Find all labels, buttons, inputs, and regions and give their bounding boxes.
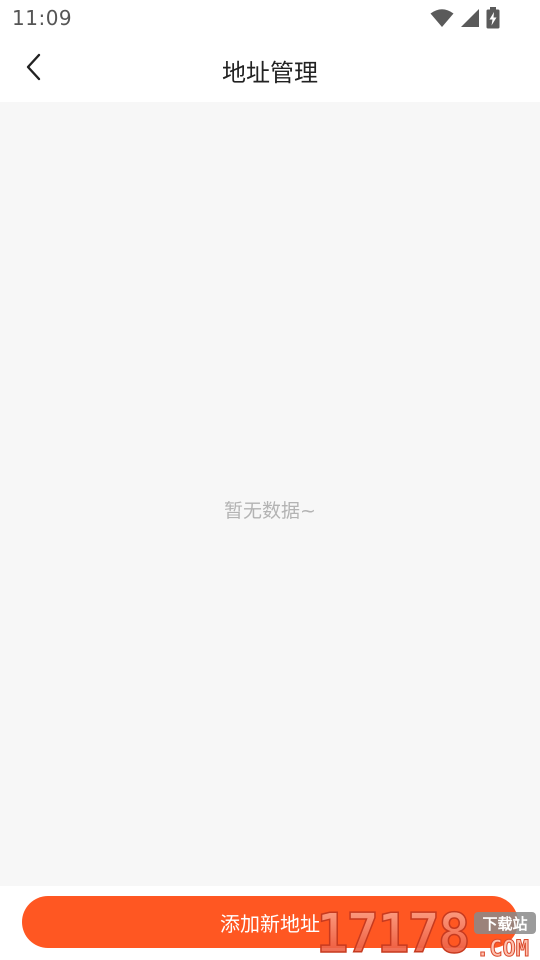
status-icons (430, 7, 500, 29)
nav-bar: 地址管理 (0, 36, 540, 102)
wifi-icon (430, 8, 454, 28)
page-title: 地址管理 (222, 59, 318, 87)
empty-state-text: 暂无数据~ (224, 500, 316, 522)
battery-charging-icon (486, 7, 500, 29)
address-management-screen: 11:09 地址管理 暂无数据~ 添加新地址 17178 下载站 .COM (0, 0, 540, 960)
status-time: 11:09 (12, 6, 73, 30)
status-bar: 11:09 (0, 0, 540, 36)
cellular-signal-icon (460, 8, 480, 28)
add-address-button[interactable]: 添加新地址 (22, 896, 518, 948)
bottom-bar: 添加新地址 (0, 886, 540, 960)
address-list-area: 暂无数据~ (0, 102, 540, 886)
